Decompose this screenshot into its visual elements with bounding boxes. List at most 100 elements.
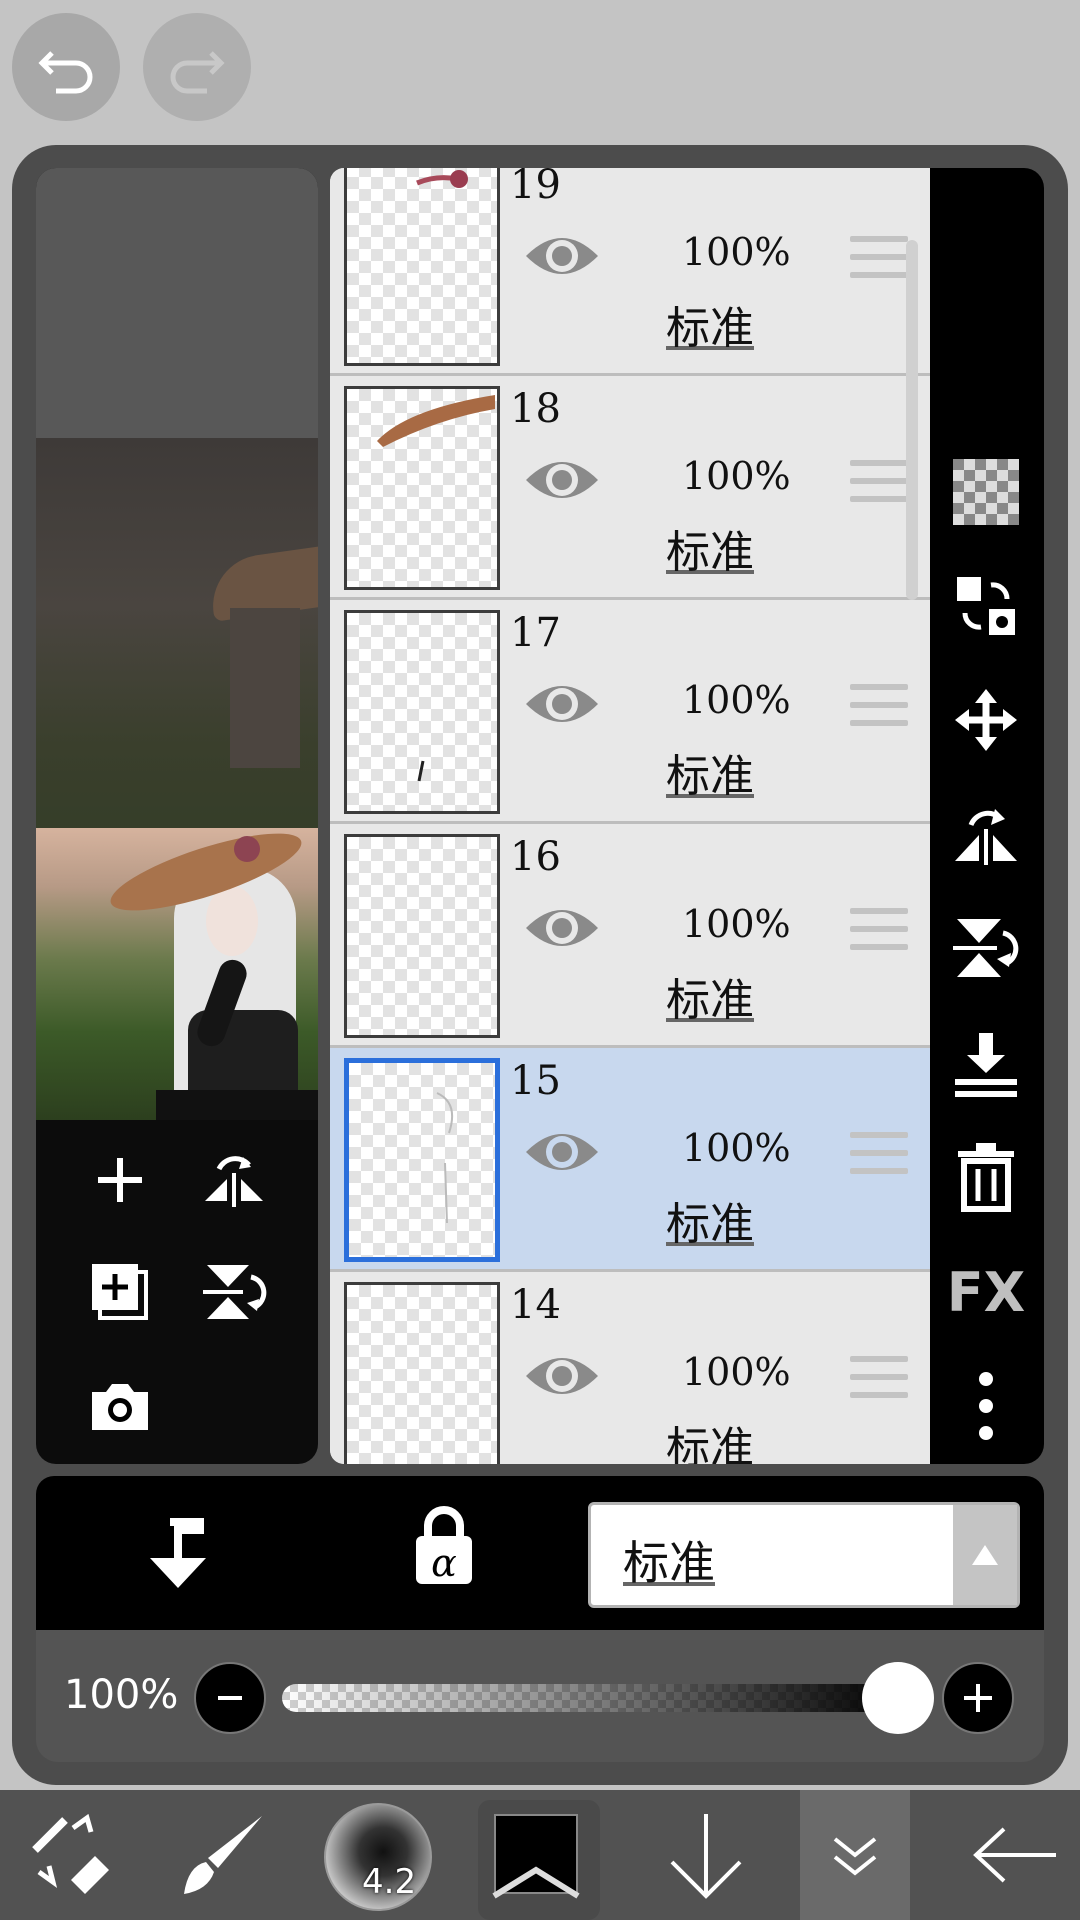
brush-eraser-switch-icon xyxy=(32,1813,109,1894)
layer-thumbnail xyxy=(344,610,500,814)
tool-switch-button[interactable] xyxy=(20,1790,120,1920)
clipping-button[interactable] xyxy=(140,1512,210,1596)
layer-row[interactable]: 16 100% 标准 xyxy=(330,824,930,1048)
flip-vertical-icon xyxy=(203,1265,267,1319)
visibility-toggle[interactable] xyxy=(522,450,602,514)
move-arrows-icon xyxy=(955,689,1017,751)
opacity-decrease-button[interactable] xyxy=(194,1662,266,1734)
swap-icon xyxy=(957,577,1015,635)
merge-down-button[interactable] xyxy=(948,1026,1024,1102)
opacity-slider-knob[interactable] xyxy=(862,1662,934,1734)
visibility-toggle[interactable] xyxy=(522,674,602,738)
color-expand-chevron[interactable] xyxy=(490,1852,582,1912)
layer-opacity: 100% xyxy=(682,678,791,722)
layer-number: 14 xyxy=(510,1282,561,1328)
delete-layer-button[interactable] xyxy=(948,1140,1024,1216)
duplicate-layer-icon xyxy=(92,1264,148,1320)
drag-handle-icon[interactable] xyxy=(850,908,908,962)
flip-horizontal-icon xyxy=(955,809,1017,865)
opacity-increase-button[interactable] xyxy=(942,1662,1014,1734)
visibility-toggle[interactable] xyxy=(522,1346,602,1410)
opacity-slider[interactable] xyxy=(282,1684,902,1712)
alpha-lock-button[interactable]: α xyxy=(414,1506,474,1590)
undo-button[interactable] xyxy=(12,13,120,121)
plus-icon xyxy=(98,1158,142,1202)
layer-number: 15 xyxy=(510,1058,561,1104)
layer-opacity: 100% xyxy=(682,1350,791,1394)
eye-icon xyxy=(526,238,598,274)
svg-text:α: α xyxy=(431,1541,457,1585)
duplicate-layer-button[interactable] xyxy=(80,1252,160,1332)
flip-vertical-icon xyxy=(953,919,1019,977)
layer-row[interactable]: 18 100% 标准 xyxy=(330,376,930,600)
layer-thumbnail xyxy=(344,386,500,590)
brush-tool-button[interactable] xyxy=(176,1790,266,1920)
layer-list[interactable]: 19 100% 标准 18 100% 标准 17 100% 标准 16 100%… xyxy=(330,168,930,1464)
artwork-thumbnail[interactable] xyxy=(36,828,318,1120)
layer-number: 18 xyxy=(510,386,561,432)
triangle-up-icon xyxy=(972,1545,998,1565)
visibility-toggle[interactable] xyxy=(522,226,602,290)
more-options-button[interactable] xyxy=(948,1368,1024,1444)
flip-vertical-canvas-button[interactable] xyxy=(194,1252,274,1332)
redo-icon xyxy=(170,51,225,94)
layer-blend-mode: 标准 xyxy=(666,527,754,578)
flip-layer-vertical-button[interactable] xyxy=(948,910,1024,986)
layer-down-button[interactable] xyxy=(656,1790,756,1920)
layer-opacity: 100% xyxy=(682,1126,791,1170)
layer-blend-mode: 标准 xyxy=(666,303,754,354)
drag-handle-icon[interactable] xyxy=(850,684,908,738)
layer-opacity: 100% xyxy=(682,454,791,498)
layer-row[interactable]: 19 100% 标准 xyxy=(330,168,930,376)
layer-row[interactable]: 14 100% 标准 xyxy=(330,1272,930,1464)
drag-handle-icon[interactable] xyxy=(850,236,908,290)
chevron-up-icon xyxy=(492,1866,580,1899)
layer-blend-mode: 标准 xyxy=(666,1199,754,1250)
fx-button[interactable]: FX xyxy=(946,1254,1026,1330)
layer-list-scrollbar[interactable] xyxy=(906,240,918,600)
layer-blend-mode: 标准 xyxy=(666,975,754,1026)
camera-import-button[interactable] xyxy=(80,1366,160,1446)
layer-opacity: 100% xyxy=(682,230,791,274)
eye-icon xyxy=(526,1358,598,1394)
swap-layer-button[interactable] xyxy=(948,568,1024,644)
visibility-toggle[interactable] xyxy=(522,1122,602,1186)
blend-mode-dropdown-arrow[interactable] xyxy=(953,1505,1017,1605)
redo-button[interactable] xyxy=(143,13,251,121)
fx-label: FX xyxy=(946,1260,1026,1324)
eye-icon xyxy=(526,686,598,722)
trash-icon xyxy=(958,1143,1014,1212)
flip-layer-horizontal-button[interactable] xyxy=(948,796,1024,872)
drag-handle-icon[interactable] xyxy=(850,1356,908,1410)
blend-mode-select[interactable]: 标准 xyxy=(588,1502,1020,1608)
layer-tools-toolbar: FX xyxy=(930,168,1044,1464)
layer-blend-mode: 标准 xyxy=(666,751,754,802)
arrow-left-icon xyxy=(973,1827,1056,1883)
canvas-preview xyxy=(36,168,318,1464)
layer-row[interactable]: 17 100% 标准 xyxy=(330,600,930,824)
layer-row-selected[interactable]: 15 100% 标准 xyxy=(330,1048,930,1272)
expand-toolbar-button[interactable] xyxy=(800,1790,910,1920)
minus-icon xyxy=(218,1696,242,1700)
layer-number: 16 xyxy=(510,834,561,880)
move-layer-button[interactable] xyxy=(948,682,1024,758)
layer-number: 19 xyxy=(510,168,561,208)
drag-handle-icon[interactable] xyxy=(850,460,908,514)
add-layer-button[interactable] xyxy=(80,1140,160,1220)
eye-icon xyxy=(526,1134,598,1170)
back-button[interactable] xyxy=(960,1790,1070,1920)
brush-icon xyxy=(184,1816,262,1894)
drag-handle-icon[interactable] xyxy=(850,1132,908,1186)
alpha-lock-icon: α xyxy=(416,1506,472,1585)
transparent-fill-button[interactable] xyxy=(948,454,1024,530)
visibility-toggle[interactable] xyxy=(522,898,602,962)
layer-blend-mode: 标准 xyxy=(666,1423,754,1464)
arrow-down-icon xyxy=(670,1814,742,1899)
eye-icon xyxy=(526,462,598,498)
flip-horizontal-canvas-button[interactable] xyxy=(194,1140,274,1220)
layer-thumbnail xyxy=(344,168,500,366)
double-chevron-down-icon xyxy=(833,1837,877,1876)
blend-mode-value: 标准 xyxy=(623,1536,715,1590)
undo-icon xyxy=(38,51,93,94)
merge-down-icon xyxy=(955,1033,1017,1097)
